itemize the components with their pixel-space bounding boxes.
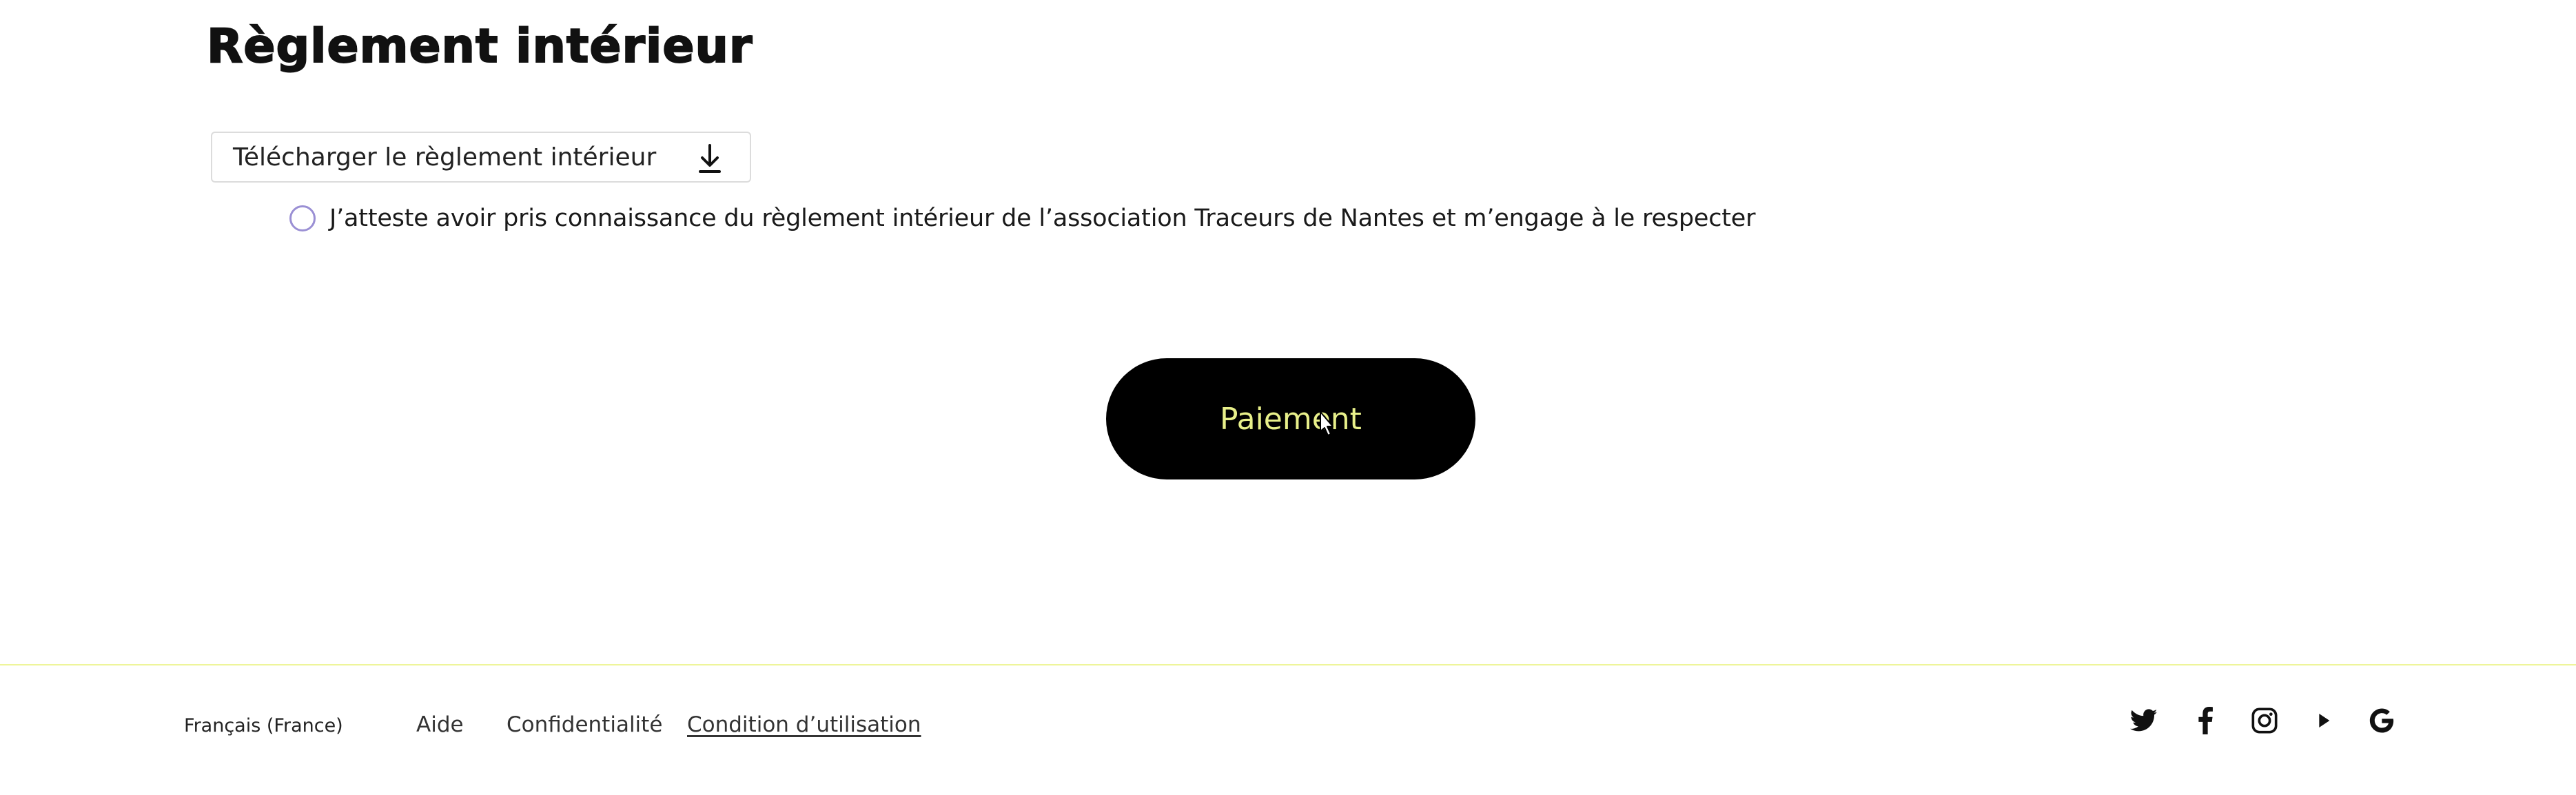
instagram-icon[interactable] [2248,704,2281,737]
footer-divider [0,664,2576,665]
facebook-icon[interactable] [2189,704,2222,737]
payment-button[interactable]: Paiement [1106,358,1475,479]
play-icon[interactable] [2307,704,2340,737]
google-icon[interactable] [2365,704,2398,737]
attestation-row: J’atteste avoir pris connaissance du règ… [289,201,1755,236]
twitter-icon[interactable] [2127,704,2160,737]
section-title: Règlement intérieur [206,19,753,74]
download-reglement-button[interactable]: Télécharger le règlement intérieur [211,132,751,183]
attestation-radio[interactable] [289,205,316,231]
download-label: Télécharger le règlement intérieur [233,143,657,172]
footer-link-privacy[interactable]: Confidentialité [507,712,662,737]
payment-label: Paiement [1220,401,1362,437]
download-icon [699,144,721,173]
footer-link-terms[interactable]: Condition d’utilisation [687,712,921,737]
attestation-text: J’atteste avoir pris connaissance du règ… [329,205,1756,232]
mouse-pointer-icon [1320,411,1333,436]
page: Règlement intérieur Télécharger le règle… [0,0,2576,795]
language-selector[interactable]: Français (France) [184,715,343,736]
footer-link-help[interactable]: Aide [416,712,464,737]
